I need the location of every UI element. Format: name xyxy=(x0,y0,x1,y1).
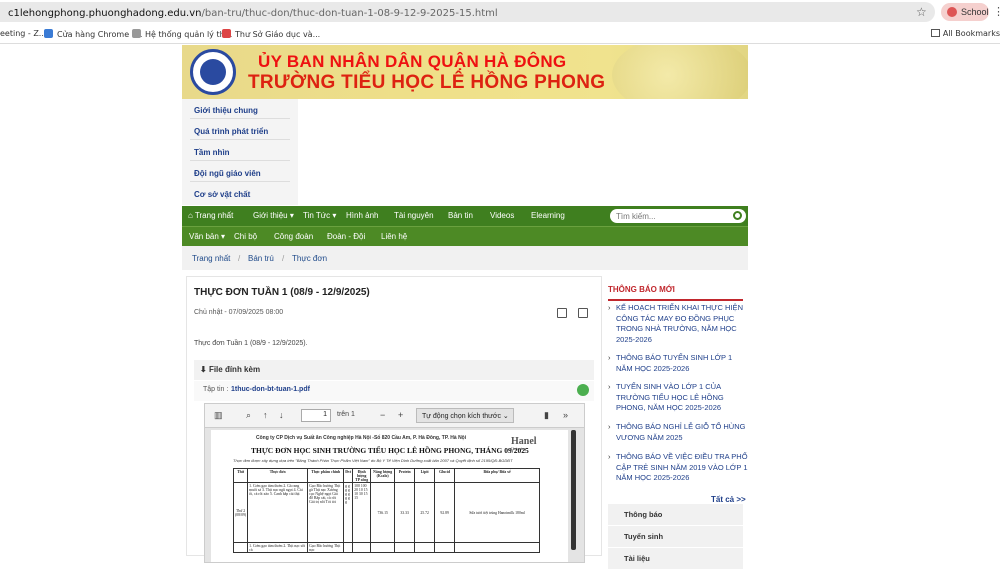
preview-eye-icon[interactable] xyxy=(577,384,589,396)
bookmark-star-icon[interactable]: ☆ xyxy=(916,5,927,19)
news-item[interactable]: KẾ HOẠCH TRIỂN KHAI THỰC HIỆN CÔNG TÁC M… xyxy=(608,303,748,345)
zoom-select[interactable]: Tự động chọn kích thước ⌄ xyxy=(416,408,514,423)
chrome-store-icon xyxy=(44,29,53,38)
page-total: trên 1 xyxy=(337,411,355,418)
sidenav-item[interactable]: Cơ sở vật chất xyxy=(194,190,250,199)
intro-sidenav: Giới thiệu chung Quá trình phát triển Tầ… xyxy=(182,99,298,205)
profile-button[interactable]: School xyxy=(941,3,989,21)
secondary-menu: Văn bản ▾ Chi bộ Công đoàn Đoàn - Đội Li… xyxy=(182,226,748,246)
pdf-scrollbar[interactable] xyxy=(570,430,578,562)
sidebar-box-item[interactable]: Tài liệu xyxy=(608,547,743,569)
all-bookmarks[interactable]: All Bookmarks xyxy=(930,29,1000,38)
menu-item[interactable]: Công đoàn xyxy=(274,232,313,241)
page-title: THỰC ĐƠN TUẦN 1 (08/9 - 12/9/2025) xyxy=(194,287,370,298)
menu-item[interactable]: Văn bản ▾ xyxy=(189,232,225,241)
menu-item[interactable]: Giới thiệu ▾ xyxy=(253,211,294,220)
doc-title: THỰC ĐƠN HỌC SINH TRƯỜNG TIỂU HỌC LÊ HỒN… xyxy=(251,446,529,455)
profile-avatar-icon xyxy=(947,7,957,17)
search-icon[interactable] xyxy=(733,211,742,220)
doc-note: Thực đơn được xây dựng dựa trên "Bảng Th… xyxy=(233,458,513,463)
bookmarks-bar: eeting - Z... Cửa hàng Chrome t... Hệ th… xyxy=(0,24,1000,44)
site-banner[interactable]: ỦY BAN NHÂN DÂN QUẬN HÀ ĐÔNG TRƯỜNG TIỂU… xyxy=(182,45,748,99)
menu-item[interactable]: Bản tin xyxy=(448,211,473,220)
breadcrumb-item[interactable]: Bán trú xyxy=(248,254,274,263)
school-logo xyxy=(190,49,236,95)
more-menu-icon[interactable]: ⋮ xyxy=(993,5,1000,18)
pdf-page: Công ty CP Dịch vụ Suất ăn Công nghiệp H… xyxy=(211,430,568,562)
pdf-toolbar: ▥ ⌕ ↑ ↓ 1 trên 1 − + Tự động chọn kích t… xyxy=(205,404,584,428)
breadcrumb-item[interactable]: Thực đơn xyxy=(292,254,327,263)
download-icon: ⬇ xyxy=(200,365,207,374)
article-date: Chủ nhật - 07/09/2025 08:00 xyxy=(194,309,284,316)
save-icon[interactable] xyxy=(578,308,588,318)
home-icon: ⌂ xyxy=(188,211,193,220)
menu-item[interactable]: Hình ảnh xyxy=(346,211,378,220)
url-host: c1lehongphong.phuonghadong.edu.vn xyxy=(8,8,202,19)
search-input[interactable] xyxy=(616,210,726,222)
menu-item[interactable]: Tin Tức ▾ xyxy=(303,211,336,220)
banner-school-name: TRƯỜNG TIỂU HỌC LÊ HỒNG PHONG xyxy=(248,72,606,93)
profile-label: School xyxy=(961,7,989,17)
sidebar-box-item[interactable]: Thông báo xyxy=(608,503,743,525)
print-icon[interactable] xyxy=(557,308,567,318)
article-panel: THỰC ĐƠN TUẦN 1 (08/9 - 12/9/2025) Chủ n… xyxy=(186,276,602,563)
zoom-out-icon[interactable]: − xyxy=(380,410,385,420)
more-tools-icon[interactable]: » xyxy=(563,410,568,420)
mail-icon xyxy=(222,29,231,38)
bookmark-icon[interactable]: ▮ xyxy=(544,410,549,421)
folder-icon xyxy=(930,29,940,37)
sidebar-toggle-icon[interactable]: ▥ xyxy=(214,410,223,421)
bookmark-item[interactable]: eeting - Z... xyxy=(0,29,46,38)
breadcrumb: Trang nhất / Bán trú / Thực đơn xyxy=(182,246,748,270)
file-link[interactable]: 1thuc-don-bt-tuan-1.pdf xyxy=(231,386,310,393)
menu-item[interactable]: Chi bộ xyxy=(234,232,257,241)
news-item[interactable]: THÔNG BÁO NGHỈ LỄ GIỖ TỔ HÙNG VƯƠNG NĂM … xyxy=(608,422,748,443)
hanel-logo: Hanel Catering xyxy=(511,436,537,451)
file-prefix: Tập tin : xyxy=(203,386,229,393)
file-row: Tập tin : 1thuc-don-bt-tuan-1.pdf xyxy=(194,381,594,401)
news-item[interactable]: THÔNG BÁO VỀ VIỆC ĐIỀU TRA PHỔ CẬP TRẺ S… xyxy=(608,452,748,484)
address-bar[interactable]: c1lehongphong.phuonghadong.edu.vn/ban-tr… xyxy=(0,2,935,22)
bookmark-item[interactable]: Cửa hàng Chrome t... xyxy=(44,29,142,39)
sidenav-item[interactable]: Giới thiệu chung xyxy=(194,106,258,115)
find-icon[interactable]: ⌕ xyxy=(246,410,251,421)
sidenav-item[interactable]: Quá trình phát triển xyxy=(194,127,268,136)
system-icon xyxy=(132,29,141,38)
page-number-input[interactable]: 1 xyxy=(301,409,331,422)
zoom-in-icon[interactable]: + xyxy=(398,410,403,420)
bookmark-item[interactable]: Hệ thống quản lý th... xyxy=(132,29,232,39)
sidebar-box-item[interactable]: Tuyển sinh xyxy=(608,525,743,547)
menu-table: Thứ Thực đơn Thực phẩm chính Đvt Định lư… xyxy=(232,468,540,553)
menu-home[interactable]: ⌂ Trang nhất xyxy=(188,211,233,220)
sidenav-item[interactable]: Tầm nhìn xyxy=(194,148,230,157)
table-row: 1. Cơm gạo tám thơm 2. Thịt nạc sốt cà G… xyxy=(232,542,540,553)
prev-page-icon[interactable]: ↑ xyxy=(263,410,268,420)
sidebar-heading: THÔNG BÁO MỚI xyxy=(608,285,675,294)
browser-toolbar: c1lehongphong.phuonghadong.edu.vn/ban-tr… xyxy=(0,0,1000,24)
news-item[interactable]: THÔNG BÁO TUYỂN SINH LỚP 1 NĂM HỌC 2025-… xyxy=(608,353,748,374)
search-box[interactable] xyxy=(610,209,746,223)
next-page-icon[interactable]: ↓ xyxy=(279,410,284,420)
banner-district: ỦY BAN NHÂN DÂN QUẬN HÀ ĐÔNG xyxy=(258,52,567,71)
menu-item[interactable]: Liên hệ xyxy=(381,232,407,241)
pdf-viewer: ▥ ⌕ ↑ ↓ 1 trên 1 − + Tự động chọn kích t… xyxy=(204,403,585,563)
url-path: /ban-tru/thuc-don/thuc-don-tuan-1-08-9-1… xyxy=(201,8,498,19)
doc-org: Công ty CP Dịch vụ Suất ăn Công nghiệp H… xyxy=(256,435,467,441)
sidenav-item[interactable]: Đội ngũ giáo viên xyxy=(194,169,261,178)
menu-item[interactable]: Đoàn - Đội xyxy=(327,232,365,241)
article-description: Thực đơn Tuần 1 (08/9 - 12/9/2025). xyxy=(194,340,308,347)
menu-item[interactable]: Tài nguyên xyxy=(394,211,434,220)
menu-item[interactable]: Videos xyxy=(490,211,514,220)
news-item[interactable]: TUYỂN SINH VÀO LỚP 1 CỦA TRƯỜNG TIỂU HỌC… xyxy=(608,382,748,414)
table-row: Thứ 2 (08/09) 1. Cơm gạo tám thơm 2. Gà … xyxy=(232,482,540,543)
bookmark-item[interactable]: Thư Sở Giáo dục và... xyxy=(222,29,320,39)
attachment-header: ⬇ File đính kèm xyxy=(194,360,594,380)
menu-item[interactable]: Elearning xyxy=(531,211,565,220)
breadcrumb-item[interactable]: Trang nhất xyxy=(192,254,230,263)
news-sidebar: THÔNG BÁO MỚI KẾ HOẠCH TRIỂN KHAI THỰC H… xyxy=(603,276,748,569)
chevron-down-icon: ⌄ xyxy=(502,413,509,420)
